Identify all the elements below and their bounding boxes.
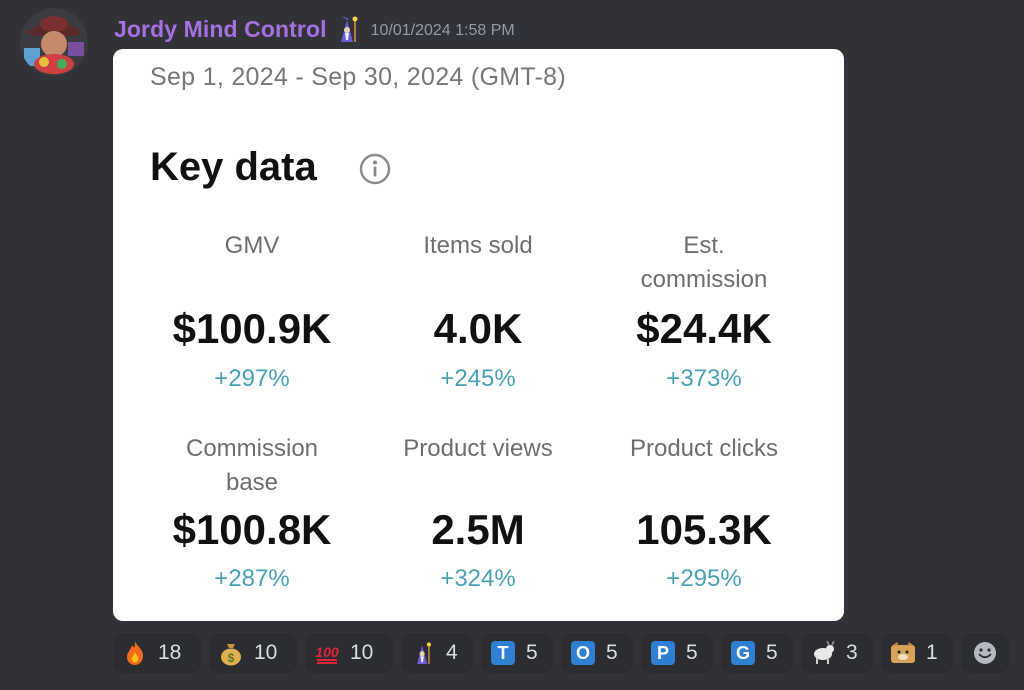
letter-glyph: G bbox=[731, 641, 755, 665]
letter-o-icon: O bbox=[570, 640, 596, 666]
metric-gmv: GMV $100.9K +297% bbox=[137, 229, 367, 399]
metric-change: +324% bbox=[440, 565, 516, 592]
reaction-fire[interactable]: 18 bbox=[113, 633, 201, 673]
letter-t-icon: T bbox=[490, 640, 516, 666]
metric-product-views: Product views 2.5M +324% bbox=[363, 432, 593, 602]
reaction-count: 18 bbox=[158, 641, 182, 664]
metric-value: $100.8K bbox=[172, 506, 332, 553]
metric-change: +373% bbox=[666, 365, 742, 392]
reaction-letter-o[interactable]: O 5 bbox=[561, 633, 633, 673]
key-data-card: Sep 1, 2024 - Sep 30, 2024 (GMT-8) Key d… bbox=[113, 49, 844, 621]
reaction-count: 5 bbox=[766, 641, 778, 664]
metric-value: $100.9K bbox=[172, 305, 332, 352]
author-name[interactable]: Jordy Mind Control bbox=[114, 16, 327, 43]
smiley-add-icon bbox=[974, 642, 996, 664]
reaction-count: 5 bbox=[606, 641, 618, 664]
wizard-icon bbox=[335, 14, 361, 44]
reaction-count: 1 bbox=[926, 641, 938, 664]
reaction-goat[interactable]: 3 bbox=[801, 633, 873, 673]
metric-commission-base: Commission base $100.8K +287% bbox=[137, 432, 367, 602]
reaction-count: 4 bbox=[446, 641, 458, 664]
letter-glyph: T bbox=[491, 641, 515, 665]
message-header: Jordy Mind Control 10/01/2024 1:58 PM bbox=[114, 14, 515, 44]
reaction-letter-t[interactable]: T 5 bbox=[481, 633, 553, 673]
money-bag-icon: $ bbox=[218, 640, 244, 666]
reaction-hundred[interactable]: 100 10 bbox=[305, 633, 393, 673]
metric-product-clicks: Product clicks 105.3K +295% bbox=[589, 432, 819, 602]
metric-label: Items sold bbox=[423, 232, 533, 259]
svg-text:$: $ bbox=[228, 651, 235, 665]
metric-label: GMV bbox=[224, 232, 280, 259]
metric-est-commission: Est. commission $24.4K +373% bbox=[589, 229, 819, 399]
info-icon[interactable] bbox=[358, 152, 392, 186]
metric-change: +287% bbox=[214, 565, 290, 592]
date-range: Sep 1, 2024 - Sep 30, 2024 (GMT-8) bbox=[150, 63, 566, 91]
add-reaction-button[interactable] bbox=[961, 633, 1009, 673]
reaction-letter-p[interactable]: P 5 bbox=[641, 633, 713, 673]
doge-icon bbox=[890, 640, 916, 666]
wizard-icon bbox=[410, 640, 436, 666]
letter-glyph: O bbox=[571, 641, 595, 665]
message-timestamp: 10/01/2024 1:58 PM bbox=[370, 21, 515, 39]
letter-g-icon: G bbox=[730, 640, 756, 666]
author-avatar[interactable] bbox=[20, 8, 88, 76]
metric-label: Est. commission bbox=[640, 232, 768, 293]
avatar-image bbox=[20, 8, 88, 76]
letter-p-icon: P bbox=[650, 640, 676, 666]
metric-value: 2.5M bbox=[431, 506, 525, 553]
reaction-wizard[interactable]: 4 bbox=[401, 633, 473, 673]
metric-value: 105.3K bbox=[636, 506, 772, 553]
metric-value: 4.0K bbox=[433, 305, 523, 352]
metric-label: Commission base bbox=[185, 435, 319, 496]
reaction-count: 5 bbox=[686, 641, 698, 664]
reaction-count: 5 bbox=[526, 641, 538, 664]
reaction-count: 10 bbox=[350, 641, 374, 664]
metric-label: Product views bbox=[403, 435, 553, 462]
metric-change: +245% bbox=[440, 365, 516, 392]
metric-change: +297% bbox=[214, 365, 290, 392]
goat-icon bbox=[810, 640, 836, 666]
svg-text:100: 100 bbox=[315, 644, 339, 660]
metric-label: Product clicks bbox=[629, 435, 779, 462]
reaction-count: 3 bbox=[846, 641, 858, 664]
reaction-doge[interactable]: 1 bbox=[881, 633, 953, 673]
fire-icon bbox=[122, 640, 148, 666]
card-title: Key data bbox=[150, 145, 317, 189]
letter-glyph: P bbox=[651, 641, 675, 665]
reaction-letter-g[interactable]: G 5 bbox=[721, 633, 793, 673]
reaction-count: 10 bbox=[254, 641, 278, 664]
metric-change: +295% bbox=[666, 565, 742, 592]
metric-items-sold: Items sold 4.0K +245% bbox=[363, 229, 593, 399]
reaction-bar: 18 $ 10 100 10 4 T 5 O 5 P 5 G 5 3 1 bbox=[113, 633, 1009, 673]
metric-value: $24.4K bbox=[636, 305, 772, 352]
hundred-points-icon: 100 bbox=[314, 640, 340, 666]
reaction-money-bag[interactable]: $ 10 bbox=[209, 633, 297, 673]
